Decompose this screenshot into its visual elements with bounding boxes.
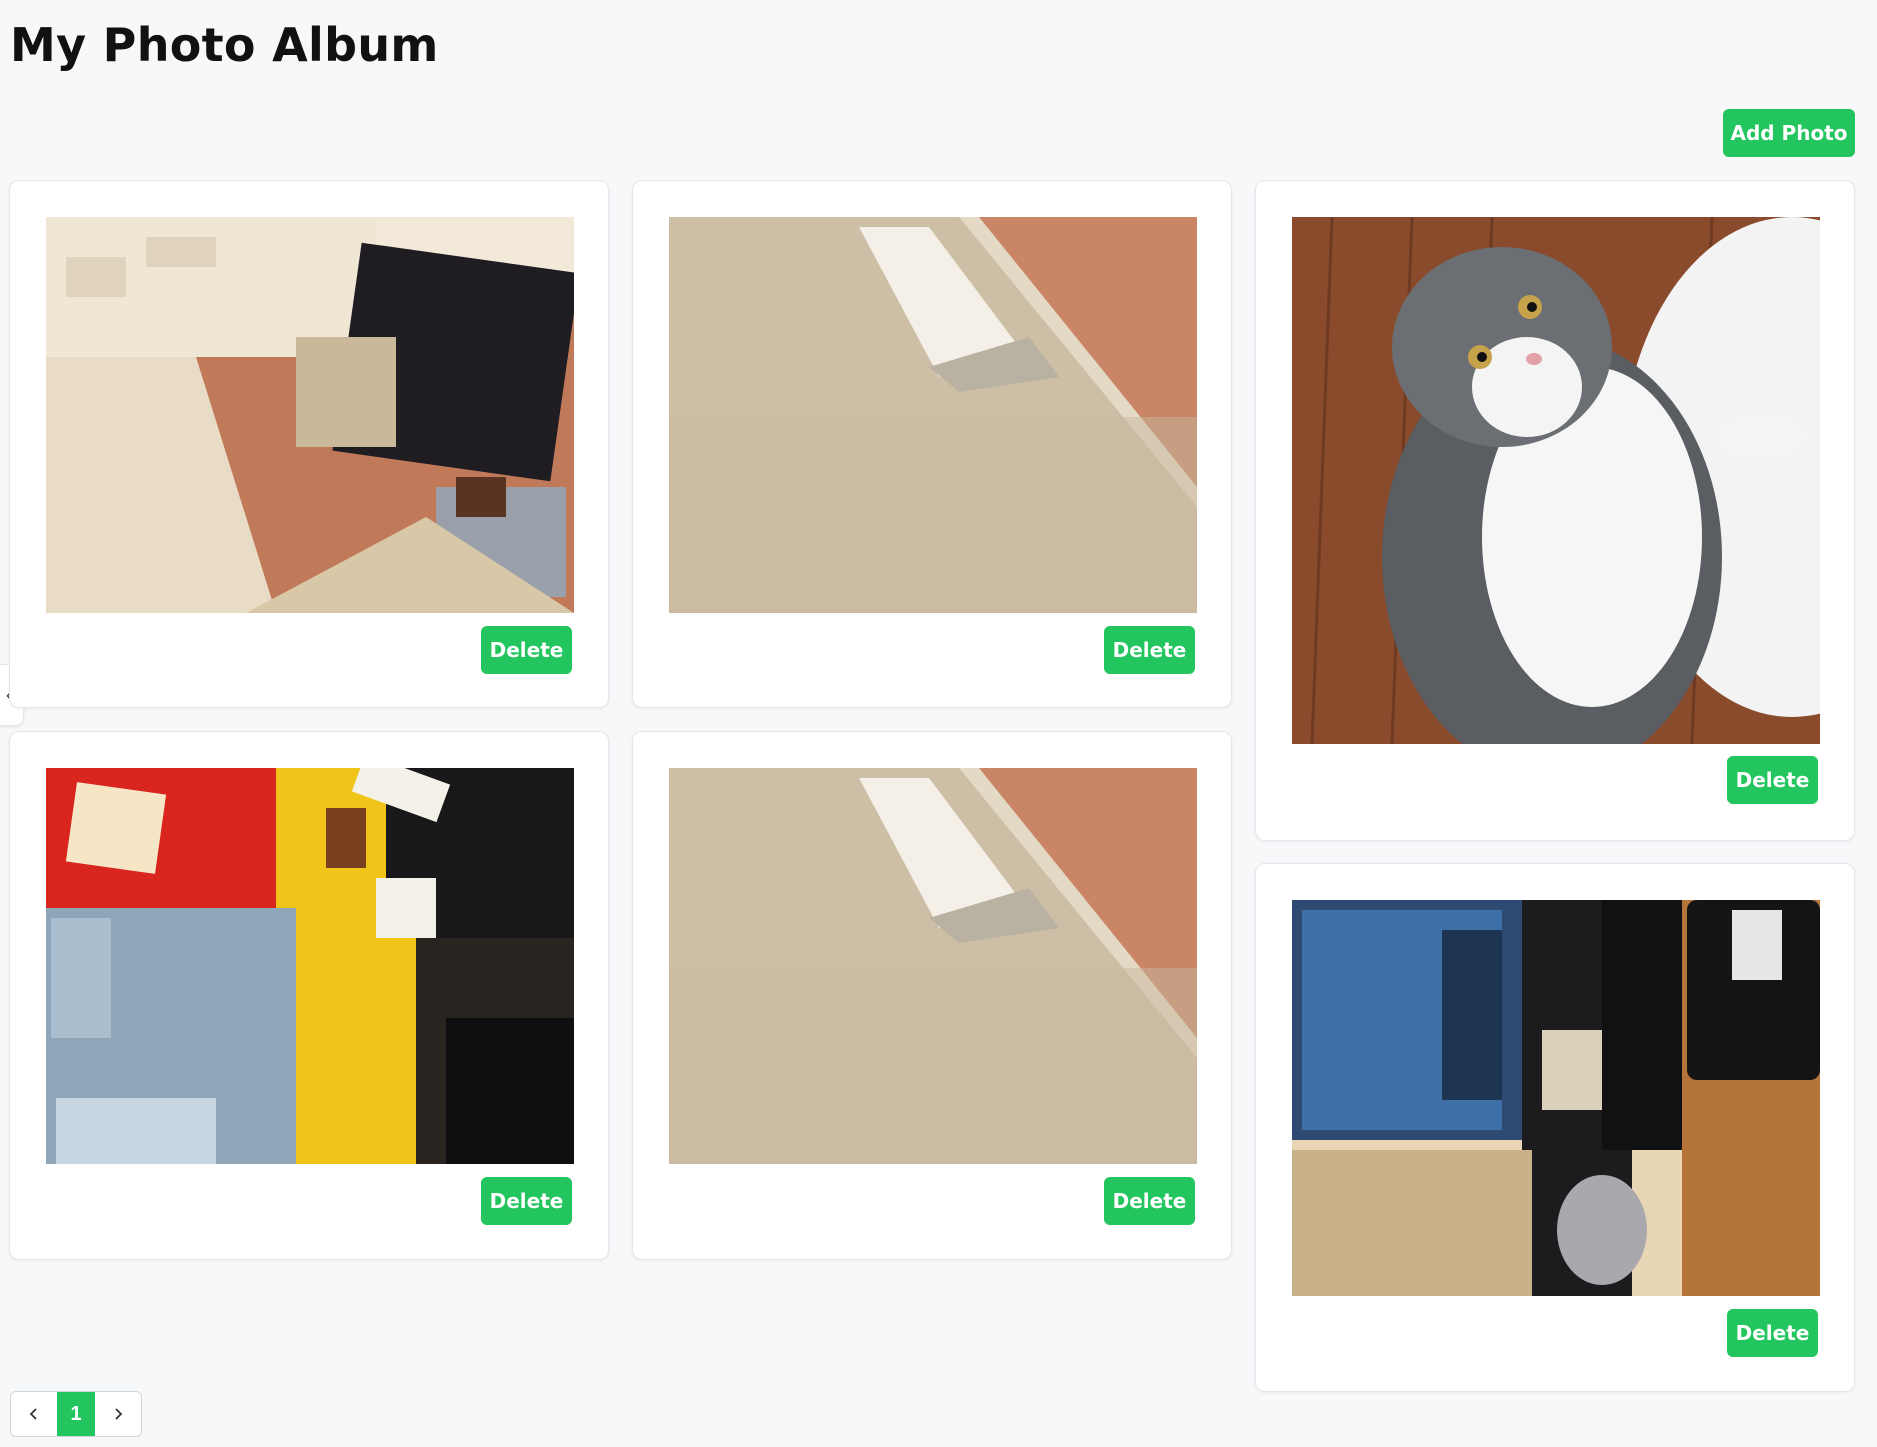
- photo-image[interactable]: [669, 217, 1197, 613]
- pagination-next[interactable]: [95, 1392, 141, 1436]
- photo-image[interactable]: [1292, 217, 1820, 744]
- towel-photo: [669, 768, 1197, 1164]
- delete-button[interactable]: Delete: [481, 626, 572, 674]
- delete-button[interactable]: Delete: [1104, 626, 1195, 674]
- page-title: My Photo Album: [10, 18, 439, 72]
- delete-button[interactable]: Delete: [481, 1177, 572, 1225]
- photo-card: Delete: [9, 731, 609, 1260]
- photo-card: Delete: [1255, 180, 1855, 841]
- monitor-desk-photo: [1292, 900, 1820, 1296]
- room-photo: [46, 217, 574, 613]
- photo-image[interactable]: [1292, 900, 1820, 1296]
- desk-photo: [46, 768, 574, 1164]
- towel-photo: [669, 217, 1197, 613]
- photo-card: Delete: [632, 731, 1232, 1260]
- pagination-prev[interactable]: [11, 1392, 57, 1436]
- delete-button[interactable]: Delete: [1727, 1309, 1818, 1357]
- photo-card: Delete: [9, 180, 609, 708]
- chevron-right-icon: [115, 1408, 123, 1420]
- photo-card: Delete: [632, 180, 1232, 708]
- photo-card: Delete: [1255, 863, 1855, 1392]
- cat-photo: [1292, 217, 1820, 744]
- delete-button[interactable]: Delete: [1727, 756, 1818, 804]
- photo-image[interactable]: [46, 768, 574, 1164]
- photo-image[interactable]: [669, 768, 1197, 1164]
- pagination-page[interactable]: 1: [57, 1392, 95, 1436]
- chevron-left-icon: [29, 1408, 37, 1420]
- pagination: 1: [10, 1391, 142, 1437]
- add-photo-button[interactable]: Add Photo: [1723, 109, 1855, 157]
- delete-button[interactable]: Delete: [1104, 1177, 1195, 1225]
- photo-image[interactable]: [46, 217, 574, 613]
